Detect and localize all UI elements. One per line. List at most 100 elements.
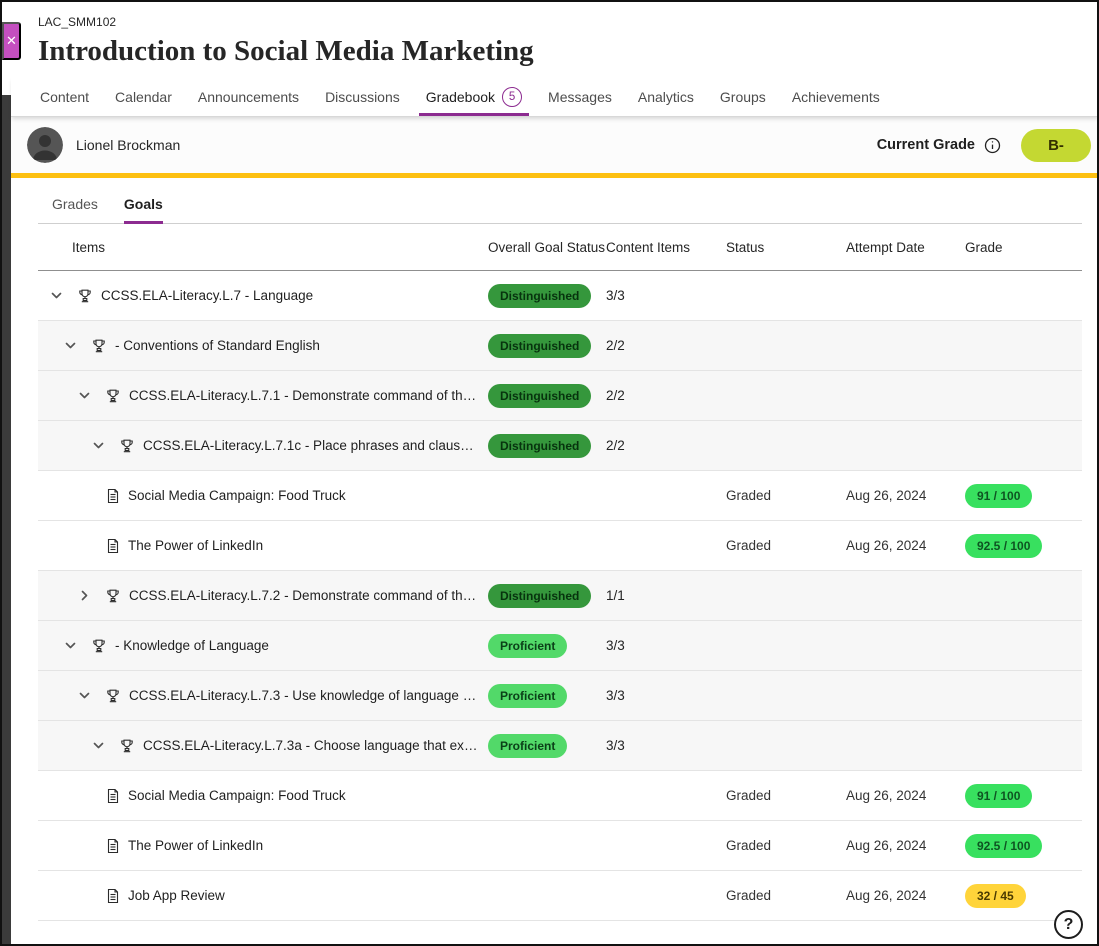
table-row-goal[interactable]: CCSS.ELA-Literacy.L.7.3 - Use knowledge …: [38, 671, 1082, 721]
student-name: Lionel Brockman: [76, 137, 180, 153]
goal-trophy-icon: [91, 338, 107, 354]
document-icon: [106, 888, 120, 904]
grading-status: Graded: [726, 838, 846, 853]
table-row-goal[interactable]: CCSS.ELA-Literacy.L.7.2 - Demonstrate co…: [38, 571, 1082, 621]
content-items-count: 2/2: [606, 438, 726, 453]
goal-status-badge: Proficient: [488, 684, 567, 708]
table-row-goal[interactable]: CCSS.ELA-Literacy.L.7 - Language Disting…: [38, 271, 1082, 321]
table-row-item[interactable]: Social Media Campaign: Food Truck Graded…: [38, 771, 1082, 821]
nav-tab-label: Achievements: [792, 89, 880, 105]
course-header: LAC_SMM102 Introduction to Social Media …: [11, 2, 1099, 77]
goal-label[interactable]: CCSS.ELA-Literacy.L.7.3a - Choose langua…: [143, 738, 480, 753]
col-header-goal-status: Overall Goal Status: [488, 240, 606, 255]
expand-chevron-icon[interactable]: [76, 688, 92, 704]
table-row-item[interactable]: Job App Review Graded Aug 26, 2024 32 / …: [38, 871, 1082, 921]
item-label[interactable]: The Power of LinkedIn: [128, 538, 263, 553]
nav-tab-content[interactable]: Content: [27, 77, 102, 116]
nav-tab-label: Calendar: [115, 89, 172, 105]
document-icon: [106, 488, 120, 504]
goal-label[interactable]: CCSS.ELA-Literacy.L.7.1c - Place phrases…: [143, 438, 480, 453]
subtab-goals[interactable]: Goals: [124, 196, 163, 223]
item-label[interactable]: Social Media Campaign: Food Truck: [128, 788, 346, 803]
table-row-goal[interactable]: CCSS.ELA-Literacy.L.7.1 - Demonstrate co…: [38, 371, 1082, 421]
item-label[interactable]: Social Media Campaign: Food Truck: [128, 488, 346, 503]
goal-trophy-icon: [105, 588, 121, 604]
nav-tab-label: Gradebook: [426, 89, 495, 105]
info-icon: [984, 137, 1001, 154]
current-grade-pill[interactable]: B-: [1021, 129, 1091, 162]
expand-chevron-icon[interactable]: [76, 388, 92, 404]
goal-status-badge: Distinguished: [488, 584, 591, 608]
grading-status: Graded: [726, 888, 846, 903]
expand-chevron-icon[interactable]: [90, 738, 106, 754]
goal-trophy-icon: [105, 388, 121, 404]
attempt-date: Aug 26, 2024: [846, 888, 965, 903]
content-items-count: 3/3: [606, 688, 726, 703]
nav-tab-label: Announcements: [198, 89, 299, 105]
goal-trophy-icon: [91, 638, 107, 654]
collapsed-base-nav[interactable]: [2, 95, 11, 944]
content-items-count: 3/3: [606, 288, 726, 303]
help-button[interactable]: ?: [1054, 910, 1083, 939]
close-panel-tab[interactable]: ✕: [2, 22, 21, 60]
expand-chevron-icon[interactable]: [90, 438, 106, 454]
nav-tab-gradebook[interactable]: Gradebook 5: [413, 77, 535, 116]
subtab-grades[interactable]: Grades: [52, 196, 98, 223]
attempt-date: Aug 26, 2024: [846, 838, 965, 853]
col-header-items: Items: [38, 240, 488, 255]
item-label[interactable]: Job App Review: [128, 888, 225, 903]
grading-status: Graded: [726, 538, 846, 553]
grade-badge[interactable]: 92.5 / 100: [965, 534, 1042, 558]
avatar: [27, 127, 63, 163]
expand-chevron-icon[interactable]: [62, 338, 78, 354]
grade-badge[interactable]: 91 / 100: [965, 484, 1032, 508]
goal-label[interactable]: CCSS.ELA-Literacy.L.7.3 - Use knowledge …: [129, 688, 480, 703]
content-items-count: 1/1: [606, 588, 726, 603]
grade-badge[interactable]: 91 / 100: [965, 784, 1032, 808]
attempt-date: Aug 26, 2024: [846, 538, 965, 553]
close-icon: ✕: [6, 33, 17, 49]
grading-status: Graded: [726, 488, 846, 503]
table-row-goal[interactable]: CCSS.ELA-Literacy.L.7.1c - Place phrases…: [38, 421, 1082, 471]
goal-status-badge: Distinguished: [488, 284, 591, 308]
content-items-count: 2/2: [606, 388, 726, 403]
col-header-content-items: Content Items: [606, 240, 726, 255]
nav-tab-announcements[interactable]: Announcements: [185, 77, 312, 116]
nav-tab-achievements[interactable]: Achievements: [779, 77, 893, 116]
expand-chevron-icon[interactable]: [76, 588, 92, 604]
nav-tab-label: Messages: [548, 89, 612, 105]
nav-tab-badge: 5: [502, 87, 522, 107]
goal-status-badge: Proficient: [488, 634, 567, 658]
nav-tab-messages[interactable]: Messages: [535, 77, 625, 116]
col-header-grade: Grade: [965, 240, 1082, 255]
table-body: CCSS.ELA-Literacy.L.7 - Language Disting…: [38, 271, 1082, 921]
table-row-goal[interactable]: - Knowledge of Language Proficient 3/3: [38, 621, 1082, 671]
page-title: Introduction to Social Media Marketing: [38, 35, 1079, 68]
table-row-item[interactable]: The Power of LinkedIn Graded Aug 26, 202…: [38, 521, 1082, 571]
course-nav: Content Calendar Announcements Discussio…: [11, 77, 1099, 117]
item-label[interactable]: The Power of LinkedIn: [128, 838, 263, 853]
goal-label[interactable]: CCSS.ELA-Literacy.L.7 - Language: [101, 288, 313, 303]
goals-table: Items Overall Goal Status Content Items …: [38, 224, 1082, 921]
nav-tab-groups[interactable]: Groups: [707, 77, 779, 116]
nav-tab-analytics[interactable]: Analytics: [625, 77, 707, 116]
col-header-status: Status: [726, 240, 846, 255]
nav-tab-label: Discussions: [325, 89, 400, 105]
grade-badge[interactable]: 32 / 45: [965, 884, 1026, 908]
nav-tab-discussions[interactable]: Discussions: [312, 77, 413, 116]
table-row-item[interactable]: The Power of LinkedIn Graded Aug 26, 202…: [38, 821, 1082, 871]
expand-chevron-icon[interactable]: [62, 638, 78, 654]
table-row-item[interactable]: Social Media Campaign: Food Truck Graded…: [38, 471, 1082, 521]
goal-label[interactable]: CCSS.ELA-Literacy.L.7.1 - Demonstrate co…: [129, 388, 480, 403]
table-row-goal[interactable]: CCSS.ELA-Literacy.L.7.3a - Choose langua…: [38, 721, 1082, 771]
grade-badge[interactable]: 92.5 / 100: [965, 834, 1042, 858]
goal-trophy-icon: [119, 438, 135, 454]
goal-label[interactable]: - Knowledge of Language: [115, 638, 269, 653]
goal-label[interactable]: CCSS.ELA-Literacy.L.7.2 - Demonstrate co…: [129, 588, 480, 603]
goal-label[interactable]: - Conventions of Standard English: [115, 338, 320, 353]
table-header-row: Items Overall Goal Status Content Items …: [38, 224, 1082, 271]
nav-tab-calendar[interactable]: Calendar: [102, 77, 185, 116]
table-row-goal[interactable]: - Conventions of Standard English Distin…: [38, 321, 1082, 371]
expand-chevron-icon[interactable]: [48, 288, 64, 304]
current-grade-info-button[interactable]: [984, 137, 1001, 154]
